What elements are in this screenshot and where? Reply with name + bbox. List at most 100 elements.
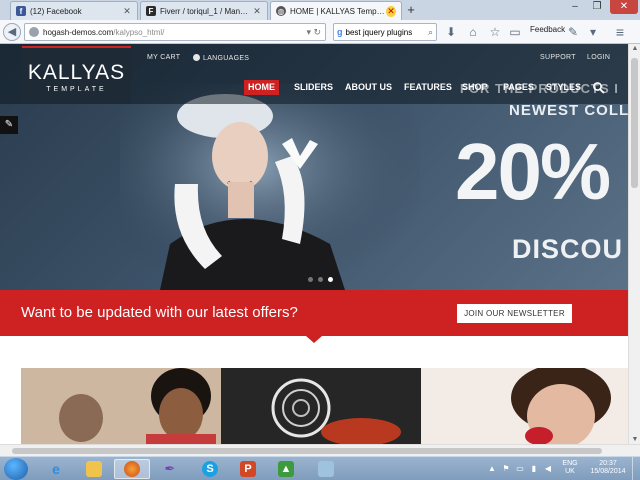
reload-icon[interactable]: ▾ ↻ [306, 27, 321, 38]
tray-flag-icon[interactable]: ⚑ [502, 464, 510, 473]
clock-time: 20:37 [599, 460, 617, 467]
tab-title: HOME | KALLYAS Template [290, 6, 386, 16]
menu-item-sliders[interactable]: SLIDERS [290, 80, 337, 95]
tab-strip: f (12) Facebook ✕ F Fiverr / toriqul_1 /… [0, 0, 640, 20]
wrench-icon[interactable]: ✎ [0, 116, 18, 134]
navigation-toolbar: ◀ hogash-demos.com/kalypso_html/ ▾ ↻ g ⌕… [0, 20, 640, 44]
slider-dot[interactable] [308, 277, 313, 282]
tray-network-icon[interactable]: ▮ [530, 464, 538, 473]
join-newsletter-button[interactable]: JOIN OUR NEWSLETTER [457, 304, 572, 323]
url-host: hogash-demos.com [43, 27, 114, 37]
tab-fiverr[interactable]: F Fiverr / toriqul_1 / Manage... ✕ [140, 1, 268, 20]
portfolio-image-abstract [221, 368, 421, 444]
firefox-icon [124, 461, 140, 477]
vertical-scrollbar[interactable]: ▲ ▼ [628, 44, 640, 444]
newsletter-text: Want to be updated with our latest offer… [21, 304, 298, 321]
tray-display-icon[interactable]: ▭ [516, 464, 524, 473]
language-code: ENG [562, 460, 578, 467]
taskbar-app[interactable] [308, 459, 344, 479]
support-link[interactable]: SUPPORT [540, 54, 576, 61]
close-icon[interactable]: ✕ [122, 6, 132, 17]
page-viewport: KALLYAS TEMPLATE MY CART LANGUAGES SUPPO… [0, 44, 628, 444]
slide-caption-line-2: NEWEST COLLE [509, 102, 628, 119]
new-tab-button[interactable]: + [404, 3, 418, 17]
menu-item-pages[interactable]: PAGES [499, 80, 538, 95]
login-link[interactable]: LOGIN [587, 54, 610, 61]
close-icon[interactable]: ✕ [386, 5, 396, 17]
show-desktop-button[interactable] [632, 457, 640, 480]
band-arrow [306, 336, 322, 343]
keyboard-layout: UK [565, 468, 575, 475]
taskbar-powerpoint[interactable]: P [230, 459, 266, 479]
globe-icon [193, 54, 200, 61]
logo-sub-text: TEMPLATE [46, 86, 107, 93]
folder-icon [86, 461, 102, 477]
menu-item-features[interactable]: FEATURES [400, 80, 456, 95]
back-button[interactable]: ◀ [3, 23, 21, 41]
tab-title: (12) Facebook [30, 6, 82, 16]
bookmark-star-icon[interactable]: ☆ [488, 24, 502, 40]
skype-icon: S [202, 461, 218, 477]
taskbar: e ✒ S P ▲ ▲ ⚑ ▭ ▮ ◀ ENG UK 20:37 15/08/2… [0, 456, 640, 480]
pen-icon[interactable]: ✎ [566, 24, 580, 40]
newsletter-band: Want to be updated with our latest offer… [0, 290, 628, 343]
menu-item-shop[interactable]: SHOP [458, 80, 492, 95]
taskbar-pen-tool[interactable]: ✒ [152, 459, 188, 479]
tab-facebook[interactable]: f (12) Facebook ✕ [10, 1, 138, 20]
taskbar-ie[interactable]: e [38, 459, 74, 479]
portfolio-item-2[interactable] [221, 368, 421, 444]
facebook-icon: f [16, 6, 26, 16]
google-icon: g [337, 27, 343, 37]
portfolio-item-3[interactable] [421, 368, 628, 444]
feedback-button[interactable]: Feedback [530, 25, 565, 34]
taskbar-skype[interactable]: S [192, 459, 228, 479]
taskbar-explorer[interactable] [76, 459, 112, 479]
clipboard-icon[interactable]: ▭ [508, 24, 522, 40]
download-icon[interactable]: ⬇ [444, 24, 458, 40]
url-bar[interactable]: hogash-demos.com/kalypso_html/ ▾ ↻ [24, 23, 326, 41]
menu-icon[interactable]: ≡ [612, 24, 628, 40]
scroll-down-icon[interactable]: ▼ [629, 436, 640, 443]
feather-icon: ✒ [164, 461, 176, 476]
search-icon[interactable] [592, 81, 606, 94]
search-input[interactable] [345, 27, 416, 37]
taskbar-firefox[interactable] [114, 459, 150, 479]
scroll-up-icon[interactable]: ▲ [629, 45, 640, 52]
languages-link[interactable]: LANGUAGES [193, 54, 249, 62]
logo-main-text: KALLYAS [27, 61, 126, 84]
globe-icon: ◍ [276, 6, 286, 16]
tray-expand-icon[interactable]: ▲ [488, 464, 496, 473]
kallyas-logo[interactable]: KALLYAS TEMPLATE [22, 46, 131, 104]
tab-kallyas[interactable]: ◍ HOME | KALLYAS Template ✕ [270, 1, 402, 20]
tray-volume-icon[interactable]: ◀ [544, 464, 552, 473]
scrollbar-thumb[interactable] [631, 58, 638, 188]
menu-item-home[interactable]: HOME [244, 80, 279, 95]
my-cart-link[interactable]: MY CART [147, 54, 180, 61]
search-bar[interactable]: g ⌕ [333, 23, 437, 41]
start-button[interactable] [4, 458, 28, 480]
close-window-button[interactable]: ✕ [610, 0, 638, 14]
search-icon[interactable]: ⌕ [428, 27, 433, 38]
slider-dot[interactable] [318, 277, 323, 282]
language-indicator[interactable]: ENG UK [560, 460, 580, 476]
portfolio-item-1[interactable] [21, 368, 221, 444]
menu-item-styles[interactable]: STYLES [542, 80, 585, 95]
minimize-button[interactable]: – [566, 0, 584, 14]
horizontal-scrollbar[interactable] [0, 444, 640, 456]
window-icon [318, 461, 334, 477]
clock[interactable]: 20:37 15/08/2014 [586, 460, 630, 476]
hero-slider: KALLYAS TEMPLATE MY CART LANGUAGES SUPPO… [0, 44, 628, 290]
slide-caption-line-4: DISCOU [512, 234, 624, 264]
home-icon[interactable]: ⌂ [466, 24, 480, 40]
powerpoint-icon: P [240, 461, 256, 477]
taskbar-chart-app[interactable]: ▲ [268, 459, 304, 479]
menu-item-about-us[interactable]: ABOUT US [341, 80, 396, 95]
scrollbar-thumb[interactable] [12, 448, 602, 454]
close-icon[interactable]: ✕ [252, 6, 262, 17]
addon-icon[interactable]: ▾ [586, 24, 600, 40]
chart-icon: ▲ [278, 461, 294, 477]
fiverr-icon: F [146, 6, 156, 16]
slider-dot-active[interactable] [328, 277, 333, 282]
slide-caption-line-3: 20% [455, 127, 611, 216]
maximize-button[interactable]: ❐ [588, 0, 606, 14]
